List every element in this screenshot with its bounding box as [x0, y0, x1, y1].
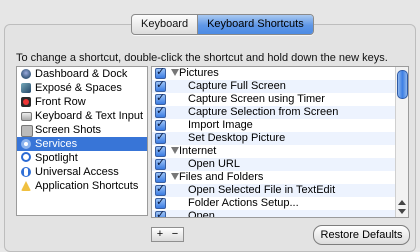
tab-keyboard-shortcuts[interactable]: Keyboard Shortcuts	[197, 15, 313, 34]
shortcut-group-label: Internet	[179, 145, 217, 157]
expose-icon	[21, 83, 31, 93]
category-services[interactable]: Services	[17, 137, 147, 151]
category-keyboard-text-input[interactable]: Keyboard & Text Input	[17, 109, 147, 123]
tab-keyboard[interactable]: Keyboard	[132, 15, 197, 34]
shortcut-row[interactable]: Capture Screen using Timer	[152, 91, 408, 106]
category-screen-shots[interactable]: Screen Shots	[17, 123, 147, 137]
scroll-thumb[interactable]	[397, 70, 408, 99]
shortcut-label: Folder Actions Setup...	[188, 197, 299, 209]
shortcut-row[interactable]: Set Desktop Picture	[152, 130, 408, 145]
category-label: Spotlight	[35, 152, 78, 164]
shortcut-row[interactable]: Open	[152, 208, 408, 218]
category-expose-spaces[interactable]: Exposé & Spaces	[17, 81, 147, 95]
shortcut-label: Capture Screen using Timer	[188, 93, 325, 105]
front-row-icon	[21, 97, 31, 107]
category-label: Dashboard & Dock	[35, 68, 128, 80]
shortcut-row[interactable]: Open Selected File in TextEdit	[152, 182, 408, 197]
tab-control: Keyboard Keyboard Shortcuts	[131, 14, 314, 35]
shortcut-label: Set Desktop Picture	[188, 132, 286, 144]
shortcut-group-label: Files and Folders	[179, 171, 264, 183]
shortcut-label: Capture Full Screen	[188, 80, 286, 92]
disclosure-triangle-icon[interactable]	[171, 147, 179, 154]
category-list[interactable]: Dashboard & Dock Exposé & Spaces Front R…	[16, 66, 148, 216]
keyboard-icon	[21, 112, 32, 121]
category-application-shortcuts[interactable]: Application Shortcuts	[17, 179, 147, 193]
category-label: Front Row	[35, 96, 86, 108]
app-shortcuts-icon	[21, 181, 31, 191]
shortcut-label: Open	[188, 210, 215, 218]
enable-checkbox[interactable]	[155, 208, 166, 217]
keyboard-preferences-pane: Keyboard Keyboard Shortcuts To change a …	[0, 0, 420, 252]
category-label: Application Shortcuts	[35, 180, 139, 192]
scroll-up-arrow-icon[interactable]	[398, 200, 406, 205]
shortcut-row[interactable]: Capture Selection from Screen	[152, 104, 408, 119]
shortcut-group-label: Pictures	[179, 67, 219, 79]
restore-defaults-button[interactable]: Restore Defaults	[313, 225, 410, 245]
disclosure-triangle-icon[interactable]	[171, 173, 179, 180]
category-universal-access[interactable]: Universal Access	[17, 165, 147, 179]
scroll-down-arrow-icon[interactable]	[398, 209, 406, 214]
shortcut-group-row[interactable]: Files and Folders	[152, 169, 408, 184]
disclosure-triangle-icon[interactable]	[171, 69, 179, 76]
shortcut-row[interactable]: Open URL	[152, 156, 408, 171]
shortcut-row[interactable]: Folder Actions Setup...	[152, 195, 408, 210]
instructions-text: To change a shortcut, double-click the s…	[16, 52, 388, 64]
shortcut-group-row[interactable]: Internet	[152, 143, 408, 158]
remove-shortcut-button[interactable]: −	[167, 227, 184, 242]
category-spotlight[interactable]: Spotlight	[17, 151, 147, 165]
universal-access-icon	[21, 167, 31, 177]
dashboard-icon	[21, 69, 31, 79]
category-label: Keyboard & Text Input	[35, 110, 144, 122]
shortcut-label: Open Selected File in TextEdit	[188, 184, 336, 196]
category-label: Services	[35, 138, 78, 150]
shortcut-group-row[interactable]: Pictures	[152, 67, 408, 80]
shortcut-row[interactable]: Import Image	[152, 117, 408, 132]
spotlight-icon	[21, 152, 31, 162]
category-label: Exposé & Spaces	[35, 82, 122, 94]
shortcut-row[interactable]: Capture Full Screen	[152, 78, 408, 93]
services-icon	[21, 139, 31, 149]
category-label: Universal Access	[35, 166, 119, 178]
screenshot-icon	[21, 125, 33, 137]
category-label: Screen Shots	[35, 124, 102, 136]
category-dashboard-dock[interactable]: Dashboard & Dock	[17, 67, 147, 81]
vertical-scrollbar[interactable]	[395, 67, 408, 217]
shortcut-list[interactable]: Pictures Capture Full Screen Capture Scr…	[151, 66, 409, 218]
shortcut-label: Capture Selection from Screen	[188, 106, 339, 118]
category-front-row[interactable]: Front Row	[17, 95, 147, 109]
shortcut-label: Open URL	[188, 158, 240, 170]
shortcut-label: Import Image	[188, 119, 253, 131]
